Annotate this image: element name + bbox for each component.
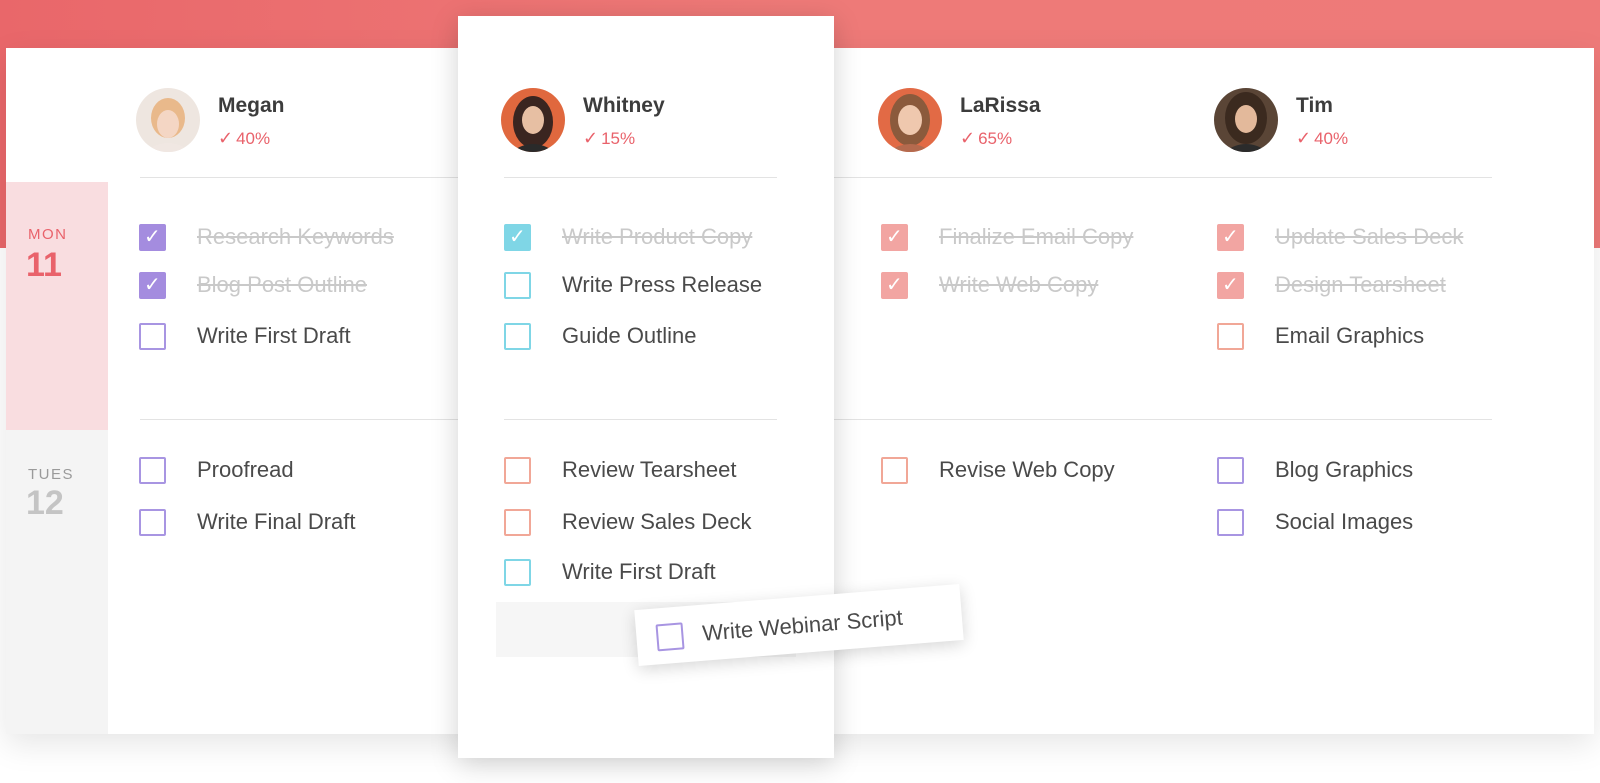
divider (504, 419, 777, 420)
task-label: Design Tearsheet (1275, 272, 1446, 297)
task-label: Write Webinar Script (701, 604, 904, 646)
check-icon: ✓ (960, 128, 976, 148)
task-item[interactable]: Write Webinar Script (655, 605, 904, 653)
task-label: Social Images (1275, 509, 1414, 534)
check-icon: ✓ (144, 274, 161, 296)
task-label: Write Product Copy (562, 224, 753, 249)
checkbox[interactable] (504, 272, 531, 299)
checkbox[interactable]: ✓ (881, 224, 908, 251)
day-number: 11 (26, 246, 62, 284)
check-icon: ✓ (1296, 128, 1312, 148)
task-label: Write First Draft (562, 559, 716, 584)
checkbox[interactable]: ✓ (139, 272, 166, 299)
checkbox[interactable] (1217, 509, 1244, 536)
task-label: Write Final Draft (197, 509, 356, 534)
checkbox[interactable]: ✓ (1217, 224, 1244, 251)
completion-percent: ✓ 40% (1296, 128, 1349, 148)
check-icon: ✓ (144, 226, 161, 248)
checkbox[interactable] (504, 559, 531, 586)
task-label: Review Sales Deck (562, 509, 752, 534)
task-label: Update Sales Deck (1275, 224, 1464, 249)
checkbox[interactable] (139, 509, 166, 536)
check-icon: ✓ (509, 226, 526, 248)
day-tuesday: TUES 12 (6, 430, 108, 734)
checkbox[interactable]: ✓ (139, 224, 166, 251)
task-label: Write Web Copy (939, 272, 1099, 297)
check-icon: ✓ (1222, 274, 1239, 296)
checkbox[interactable]: ✓ (881, 272, 908, 299)
checkbox[interactable] (504, 323, 531, 350)
checkbox[interactable] (1217, 323, 1244, 350)
checkbox[interactable]: ✓ (504, 224, 531, 251)
completion-percent: ✓ 15% (583, 128, 636, 148)
checkbox[interactable]: ✓ (1217, 272, 1244, 299)
day-name: MON (28, 226, 68, 243)
checkbox[interactable] (504, 509, 531, 536)
checkbox[interactable] (504, 457, 531, 484)
check-icon: ✓ (1222, 226, 1239, 248)
checkbox[interactable] (655, 622, 685, 652)
checkbox[interactable] (139, 323, 166, 350)
whitney-avatar (501, 88, 565, 152)
person-name: Megan (218, 94, 285, 117)
check-icon: ✓ (886, 274, 903, 296)
check-icon: ✓ (218, 128, 234, 148)
completion-percent: ✓ 65% (960, 128, 1013, 148)
day-name: TUES (28, 466, 75, 483)
task-label: Email Graphics (1275, 323, 1425, 348)
task-label: Review Tearsheet (562, 457, 737, 482)
divider (834, 177, 1492, 178)
divider (504, 177, 777, 178)
megan-avatar (136, 88, 200, 152)
divider (140, 419, 458, 420)
checkbox[interactable] (881, 457, 908, 484)
day-monday: MON 11 (6, 182, 108, 430)
checkbox[interactable] (139, 457, 166, 484)
day-number: 12 (26, 484, 64, 522)
check-icon: ✓ (583, 128, 599, 148)
person-name: LaRissa (960, 94, 1041, 117)
checkbox[interactable] (1217, 457, 1244, 484)
task-label: Blog Graphics (1275, 457, 1414, 482)
person-name: Whitney (583, 94, 665, 117)
task-label: Finalize Email Copy (939, 224, 1134, 249)
task-label: Revise Web Copy (939, 457, 1115, 482)
larissa-avatar (878, 88, 942, 152)
task-label: Write First Draft (197, 323, 351, 348)
check-icon: ✓ (886, 226, 903, 248)
task-label: Write Press Release (562, 272, 763, 297)
task-label: Proofread (197, 457, 294, 482)
task-label: Guide Outline (562, 323, 697, 348)
divider (140, 177, 458, 178)
task-label: Research Keywords (197, 224, 394, 249)
tim-avatar (1214, 88, 1278, 152)
task-label: Blog Post Outline (197, 272, 367, 297)
divider (834, 419, 1492, 420)
person-name: Tim (1296, 94, 1333, 117)
completion-percent: ✓ 40% (218, 128, 271, 148)
